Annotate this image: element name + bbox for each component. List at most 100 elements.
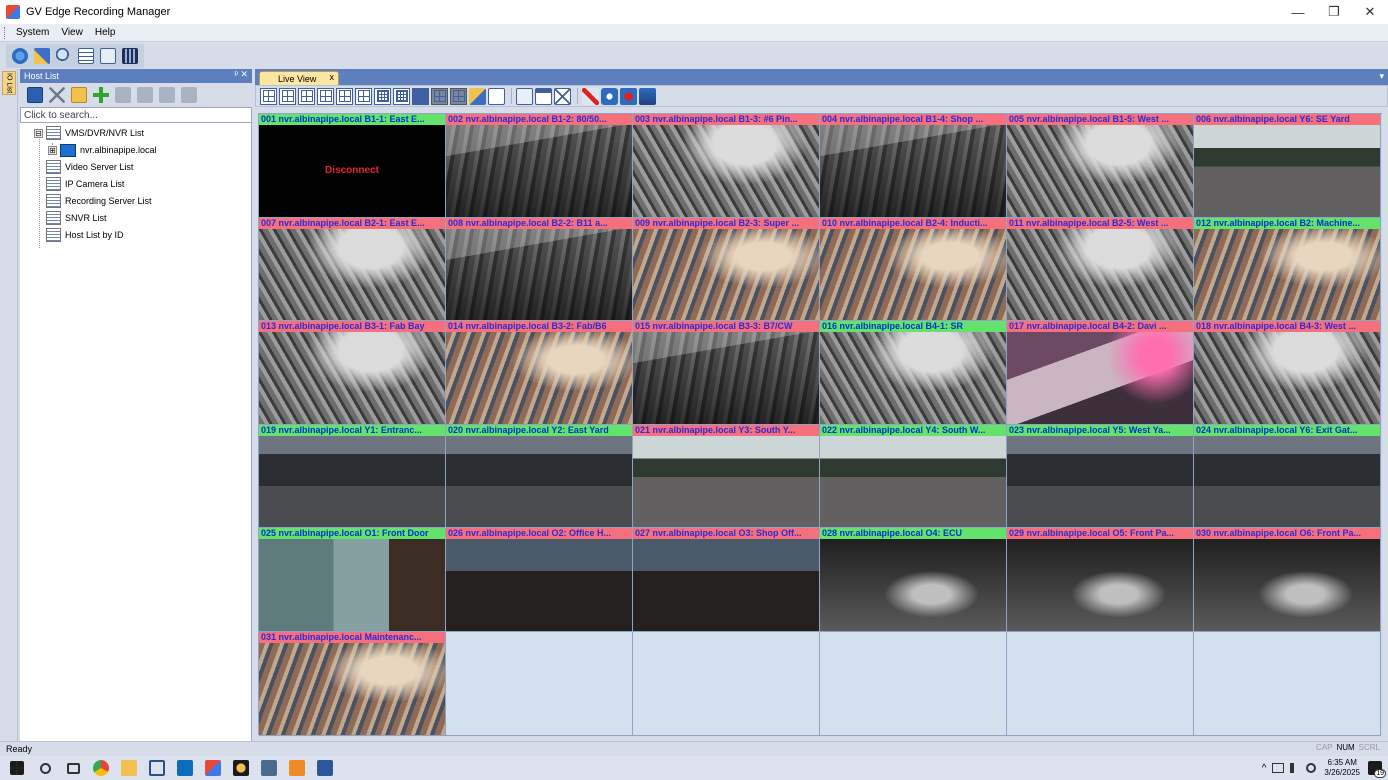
host-list-button[interactable] <box>76 46 96 66</box>
window-app[interactable] <box>146 757 168 779</box>
empty-camera-tile[interactable] <box>633 631 820 736</box>
camera-tile[interactable]: 025 nvr.albinapipe.local O1: Front Door <box>259 528 446 632</box>
taskbar-clock[interactable]: 6:35 AM 3/26/2025 <box>1324 758 1360 778</box>
layout-16-button[interactable] <box>374 87 391 105</box>
empty-camera-tile[interactable] <box>820 631 1007 736</box>
camera-tile[interactable]: 004 nvr.albinapipe.local B1-4: Shop ... <box>820 114 1007 218</box>
tree-item-host-list-by-id[interactable]: Host List by ID <box>46 227 124 243</box>
layout-4-button[interactable] <box>260 87 277 105</box>
panel-pin-close-controls[interactable]: ᵖ ✕ <box>235 69 248 80</box>
video-server-button[interactable] <box>98 46 118 66</box>
camera-tile[interactable]: 019 nvr.albinapipe.local Y1: Entranc... <box>259 424 446 529</box>
volume-icon[interactable] <box>1290 763 1300 773</box>
settings-button[interactable] <box>535 87 552 105</box>
stop-all-button[interactable] <box>582 87 599 105</box>
io-list-side-tab[interactable]: IO List <box>2 71 16 95</box>
camera-tile[interactable]: 021 nvr.albinapipe.local Y3: South Y... <box>633 424 820 529</box>
camera-tile[interactable]: 016 nvr.albinapipe.local B4-1: SR <box>820 321 1007 425</box>
settings-icon[interactable] <box>1306 763 1317 773</box>
camera-tile[interactable]: 001 nvr.albinapipe.local B1-1: East E...… <box>259 114 446 218</box>
record-button[interactable] <box>620 87 637 105</box>
tree-item-video-server-list[interactable]: Video Server List <box>46 159 133 175</box>
search-taskbar-button[interactable] <box>34 757 56 779</box>
delete-button[interactable] <box>47 85 67 105</box>
sequence-button[interactable] <box>469 87 486 105</box>
camera-tile[interactable]: 024 nvr.albinapipe.local Y6: Exit Gat... <box>1194 424 1381 529</box>
camera-tile[interactable]: 006 nvr.albinapipe.local Y6: SE Yard <box>1194 114 1381 218</box>
tree-item-recording-server-list[interactable]: Recording Server List <box>46 193 152 209</box>
tab-list-dropdown-icon[interactable]: ▾ <box>1379 71 1384 82</box>
app-yellow[interactable] <box>230 757 252 779</box>
tab-live-view[interactable]: Live View x <box>259 71 339 85</box>
layout-disabled-button-2[interactable] <box>450 87 467 105</box>
empty-camera-tile[interactable] <box>446 631 633 736</box>
menu-system[interactable]: System <box>10 27 55 38</box>
camera-tile[interactable]: 023 nvr.albinapipe.local Y5: West Ya... <box>1007 424 1194 529</box>
layout-9-button[interactable] <box>317 87 334 105</box>
camera-tile[interactable]: 028 nvr.albinapipe.local O4: ECU <box>820 528 1007 632</box>
layout-8-button[interactable] <box>298 87 315 105</box>
tab-close-icon[interactable]: x <box>330 72 335 82</box>
camera-tile[interactable]: 027 nvr.albinapipe.local O3: Shop Off... <box>633 528 820 632</box>
camera-tile[interactable]: 005 nvr.albinapipe.local B1-5: West ... <box>1007 114 1194 218</box>
camera-tile[interactable]: 014 nvr.albinapipe.local B3-2: Fab/B6 <box>446 321 633 425</box>
camera-tile[interactable]: 013 nvr.albinapipe.local B3-1: Fab Bay <box>259 321 446 425</box>
layout-10-button[interactable] <box>336 87 353 105</box>
camera-tile[interactable]: 012 nvr.albinapipe.local B2: Machine... <box>1194 217 1381 322</box>
full-screen-button[interactable] <box>488 87 505 105</box>
camera-tile[interactable]: 030 nvr.albinapipe.local O6: Front Pa... <box>1194 528 1381 632</box>
system-config-button[interactable] <box>10 46 30 66</box>
tree-item-nvr-host[interactable]: ⊞ nvr.albinapipe.local <box>48 142 157 158</box>
camera-tile[interactable]: 026 nvr.albinapipe.local O2: Office H... <box>446 528 633 632</box>
camera-tile[interactable]: 022 nvr.albinapipe.local Y4: South W... <box>820 424 1007 529</box>
snapshot-button[interactable] <box>601 87 618 105</box>
camera-tile[interactable]: 010 nvr.albinapipe.local B2-4: Inducti..… <box>820 217 1007 322</box>
tree-item-snvr-list[interactable]: SNVR List <box>46 210 107 226</box>
tray-overflow-icon[interactable]: ^ <box>1262 763 1267 774</box>
layout-6-button[interactable] <box>279 87 296 105</box>
camera-tile[interactable]: 031 nvr.albinapipe.local Maintenanc... <box>259 631 446 736</box>
camera-tile[interactable]: 008 nvr.albinapipe.local B2-2: B11 a... <box>446 217 633 322</box>
expand-icon[interactable]: ⊞ <box>48 145 57 155</box>
camera-tile[interactable]: 003 nvr.albinapipe.local B1-3: #6 Pin... <box>633 114 820 218</box>
network-icon[interactable] <box>1272 763 1285 773</box>
layout-36-button[interactable] <box>412 87 429 105</box>
tree-item-ip-camera-list[interactable]: IP Camera List <box>46 176 124 192</box>
connect-button[interactable] <box>113 85 133 105</box>
minimize-button[interactable]: — <box>1280 0 1316 24</box>
monitor-button[interactable] <box>516 87 533 105</box>
collapse-icon[interactable]: ⊟ <box>34 128 43 138</box>
close-button[interactable]: ✕ <box>1352 0 1388 24</box>
notification-icon[interactable]: 19 <box>1368 761 1386 778</box>
maximize-button[interactable]: ❐ <box>1316 0 1352 24</box>
save-button[interactable] <box>25 85 45 105</box>
properties-button[interactable] <box>157 85 177 105</box>
camera-tile[interactable]: 029 nvr.albinapipe.local O5: Front Pa... <box>1007 528 1194 632</box>
camera-tile[interactable]: 018 nvr.albinapipe.local B4-3: West ... <box>1194 321 1381 425</box>
start-button[interactable] <box>6 757 28 779</box>
export-button[interactable] <box>135 85 155 105</box>
playback-button[interactable] <box>639 87 656 105</box>
camera-tile[interactable]: 017 nvr.albinapipe.local B4-2: Davi ... <box>1007 321 1194 425</box>
menu-view[interactable]: View <box>55 27 89 38</box>
refresh-button[interactable] <box>179 85 199 105</box>
file-explorer-app[interactable] <box>118 757 140 779</box>
menu-help[interactable]: Help <box>89 27 122 38</box>
word-app[interactable] <box>314 757 336 779</box>
tree-item-vms-dvr-nvr[interactable]: ⊟ VMS/DVR/NVR List <box>34 125 144 141</box>
add-host-button[interactable] <box>91 85 111 105</box>
layout-13-button[interactable] <box>355 87 372 105</box>
camera-tile[interactable]: 009 nvr.albinapipe.local B2-3: Super ... <box>633 217 820 322</box>
calculator-app[interactable] <box>258 757 280 779</box>
fit-window-button[interactable] <box>554 87 571 105</box>
camera-tile[interactable]: 015 nvr.albinapipe.local B3-3: B7/CW <box>633 321 820 425</box>
search-button[interactable] <box>54 46 74 66</box>
layout-disabled-button[interactable] <box>431 87 448 105</box>
empty-camera-tile[interactable] <box>1194 631 1381 736</box>
tools-button[interactable] <box>32 46 52 66</box>
camera-tile[interactable]: 002 nvr.albinapipe.local B1-2: 80/50... <box>446 114 633 218</box>
new-folder-button[interactable] <box>69 85 89 105</box>
live-view-button[interactable] <box>120 46 140 66</box>
layout-25-button[interactable] <box>393 87 410 105</box>
chrome-app[interactable] <box>90 757 112 779</box>
